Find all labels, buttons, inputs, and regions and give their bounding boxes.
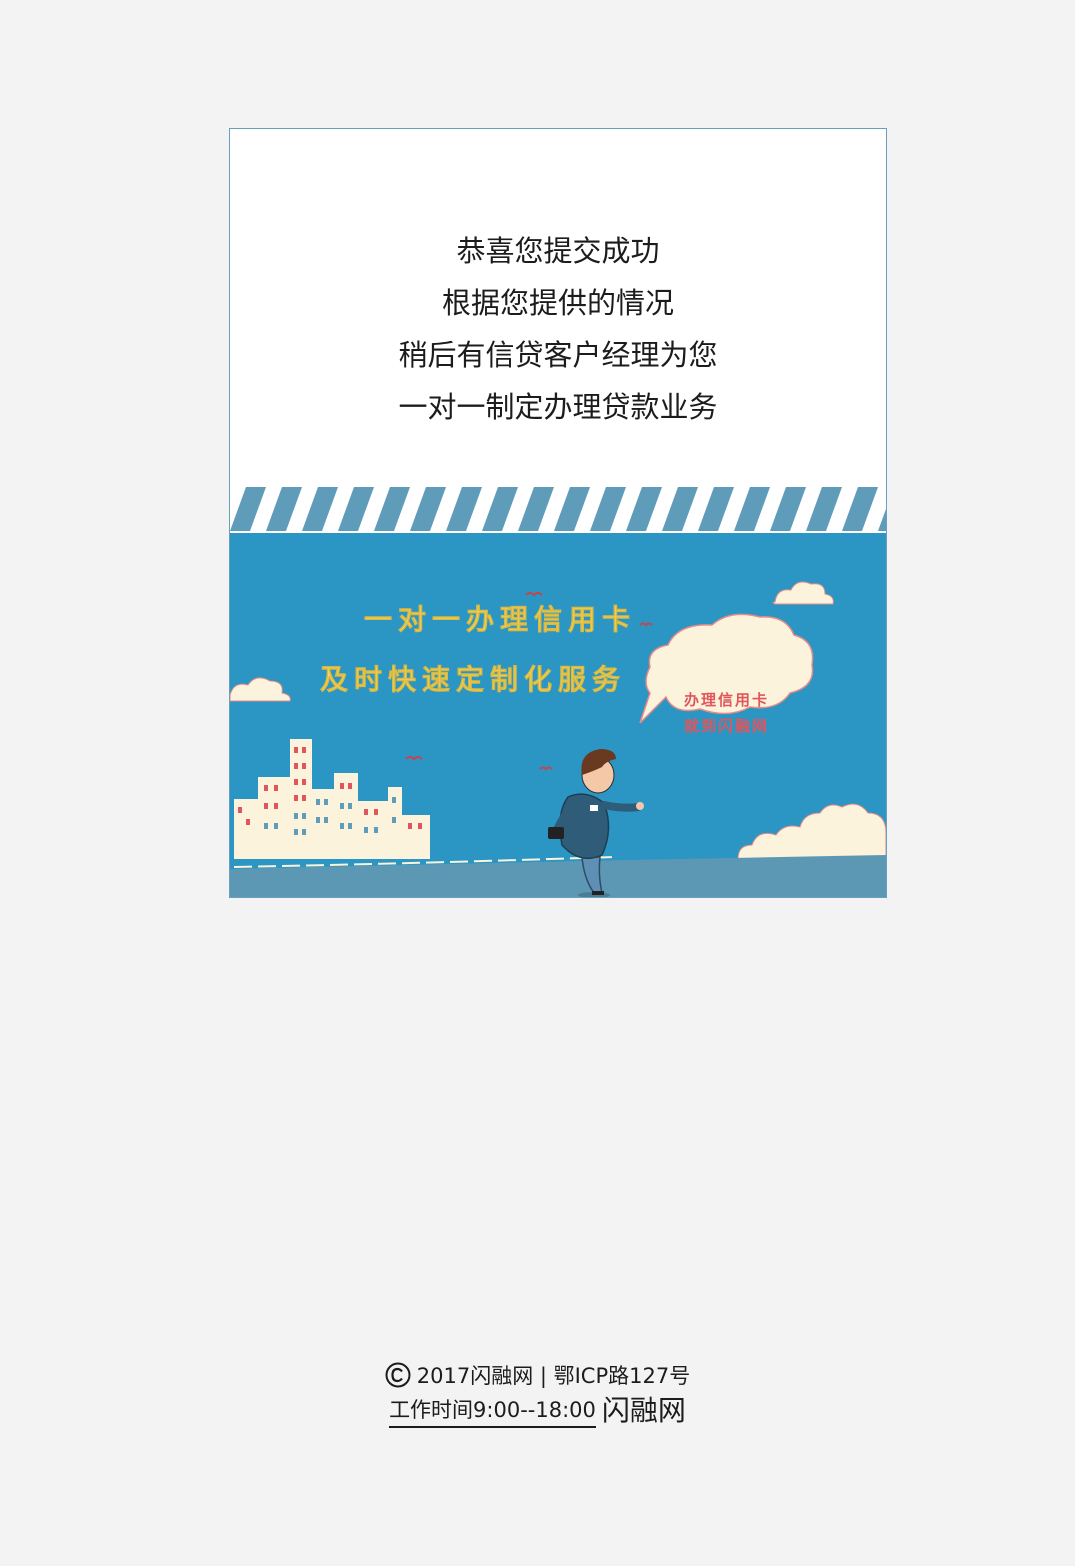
bubble-line-2: 就到闪融网 bbox=[684, 717, 769, 735]
copyright-icon bbox=[385, 1362, 411, 1388]
headline-1: 一对一办理信用卡 bbox=[364, 603, 636, 636]
stripe-band bbox=[230, 487, 886, 533]
promo-banner: 一对一办理信用卡 及时快速定制化服务 办理信用卡 就到闪融网 bbox=[230, 487, 886, 897]
footer: 2017闪融网 | 鄂ICP路127号 工作时间9:00--18:00 闪融网 bbox=[0, 1358, 1075, 1428]
message-line-2: 根据您提供的情况 bbox=[441, 286, 674, 320]
message-line-4: 一对一制定办理贷款业务 bbox=[398, 390, 718, 424]
bubble-line-1: 办理信用卡 bbox=[684, 691, 769, 709]
footer-copyright-row: 2017闪融网 | 鄂ICP路127号 bbox=[385, 1358, 690, 1392]
footer-hours-row: 工作时间9:00--18:00 闪融网 bbox=[0, 1394, 1075, 1428]
message-line-3: 稍后有信贷客户经理为您 bbox=[398, 338, 718, 372]
work-hours: 工作时间9:00--18:00 bbox=[389, 1394, 596, 1428]
message-line-1: 恭喜您提交成功 bbox=[456, 234, 660, 268]
copyright-text: 2017闪融网 | 鄂ICP路127号 bbox=[416, 1364, 691, 1388]
success-message: 恭喜您提交成功 根据您提供的情况 稍后有信贷客户经理为您 一对一制定办理贷款业务 bbox=[230, 225, 886, 433]
headline-2: 及时快速定制化服务 bbox=[320, 663, 626, 696]
success-card: 恭喜您提交成功 根据您提供的情况 稍后有信贷客户经理为您 一对一制定办理贷款业务 bbox=[229, 128, 887, 898]
brand-link[interactable]: 闪融网 bbox=[602, 1394, 686, 1428]
